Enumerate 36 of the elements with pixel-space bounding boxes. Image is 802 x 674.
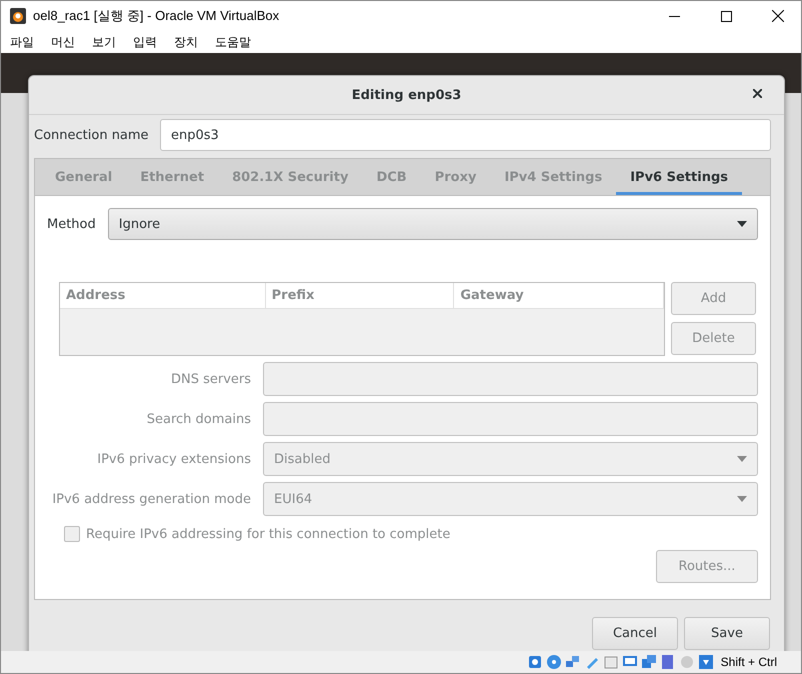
host-key-label: Shift + Ctrl (720, 655, 777, 669)
optical-disc-icon[interactable] (546, 654, 562, 670)
maximize-icon[interactable] (720, 10, 732, 22)
dialog-title: Editing enp0s3 (352, 88, 462, 102)
close-icon[interactable] (753, 89, 762, 98)
folder-icon[interactable] (602, 654, 619, 670)
field-label: IPv6 privacy extensions (96, 452, 251, 466)
column-header: Prefix (266, 283, 454, 308)
recording-icon[interactable] (660, 654, 676, 670)
field-label: DNS servers (170, 372, 251, 386)
column-header: Address (60, 283, 266, 308)
connection-name-label: Connection name (34, 128, 148, 142)
column-header: Gateway (454, 283, 664, 308)
menu-item[interactable]: 파일 (5, 34, 39, 50)
method-dropdown[interactable]: Ignore (108, 208, 758, 240)
dialog-button[interactable]: Save (684, 617, 770, 650)
menu-item[interactable]: 보기 (87, 34, 121, 50)
network-icon[interactable] (564, 654, 581, 670)
dropdown-arrow-icon (737, 496, 747, 502)
dropdown-arrow-icon (737, 456, 747, 462)
connection-name-field[interactable]: enp0s3 (160, 119, 771, 151)
menu-item[interactable]: 입력 (128, 34, 162, 50)
tab[interactable]: IPv6 Settings (616, 162, 742, 195)
window-title: oel8_rac1 [실행 중] - Oracle VM VirtualBox (33, 7, 280, 25)
windows-icon[interactable] (640, 654, 657, 670)
menu-item[interactable]: 장치 (169, 34, 203, 50)
field-label: IPv6 address generation mode (51, 492, 251, 506)
dropdown-arrow-icon (737, 221, 747, 227)
close-icon[interactable] (772, 10, 784, 22)
checkbox-label: Require IPv6 addressing for this connection to complete (86, 526, 450, 542)
field-label: Search domains (146, 412, 251, 426)
app-logo-icon (9, 7, 27, 25)
dialog-button[interactable]: Cancel (592, 617, 678, 650)
menu-item[interactable]: 머신 (46, 34, 80, 50)
method-label: Method (47, 216, 96, 232)
menu-item[interactable]: 도움말 (210, 34, 256, 50)
